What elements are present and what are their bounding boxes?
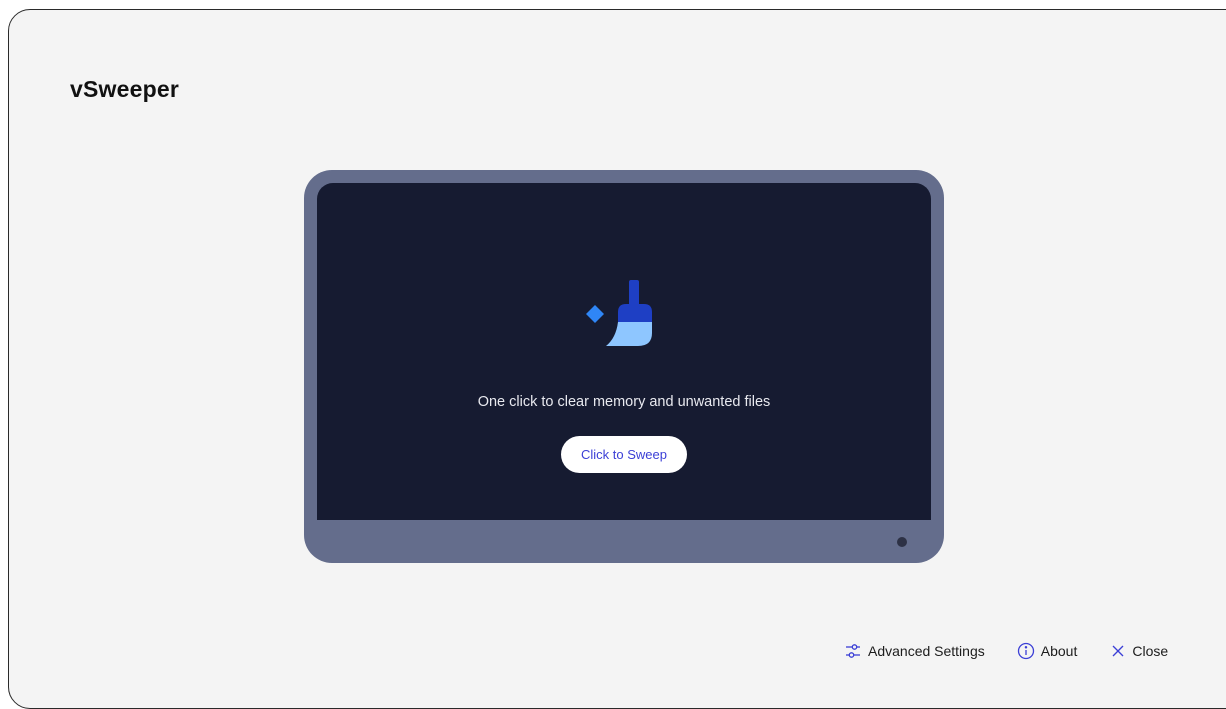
advanced-settings-label: Advanced Settings [868, 643, 985, 659]
sparkle-icon [586, 305, 604, 323]
tagline-text: One click to clear memory and unwanted f… [477, 394, 771, 410]
sliders-icon [846, 644, 860, 658]
broom-icon [586, 280, 652, 346]
close-label: Close [1132, 643, 1169, 659]
display-illustration: One click to clear memory and unwanted f… [304, 170, 944, 563]
info-icon [1017, 642, 1034, 660]
app-title: vSweeper [70, 76, 179, 102]
close-icon [1112, 645, 1124, 657]
advanced-settings-button[interactable]: Advanced Settings [844, 642, 985, 660]
camera-dot [897, 537, 907, 547]
close-button[interactable]: Close [1110, 643, 1168, 659]
display-screen: One click to clear memory and unwanted f… [317, 183, 931, 520]
about-button[interactable]: About [1017, 642, 1078, 660]
footer-actions: Advanced Settings About Close [844, 640, 1168, 662]
app-window: vSweeper One click to clear memory and u… [8, 9, 1226, 709]
sweep-button[interactable]: Click to Sweep [561, 436, 687, 473]
about-label: About [1040, 643, 1078, 659]
